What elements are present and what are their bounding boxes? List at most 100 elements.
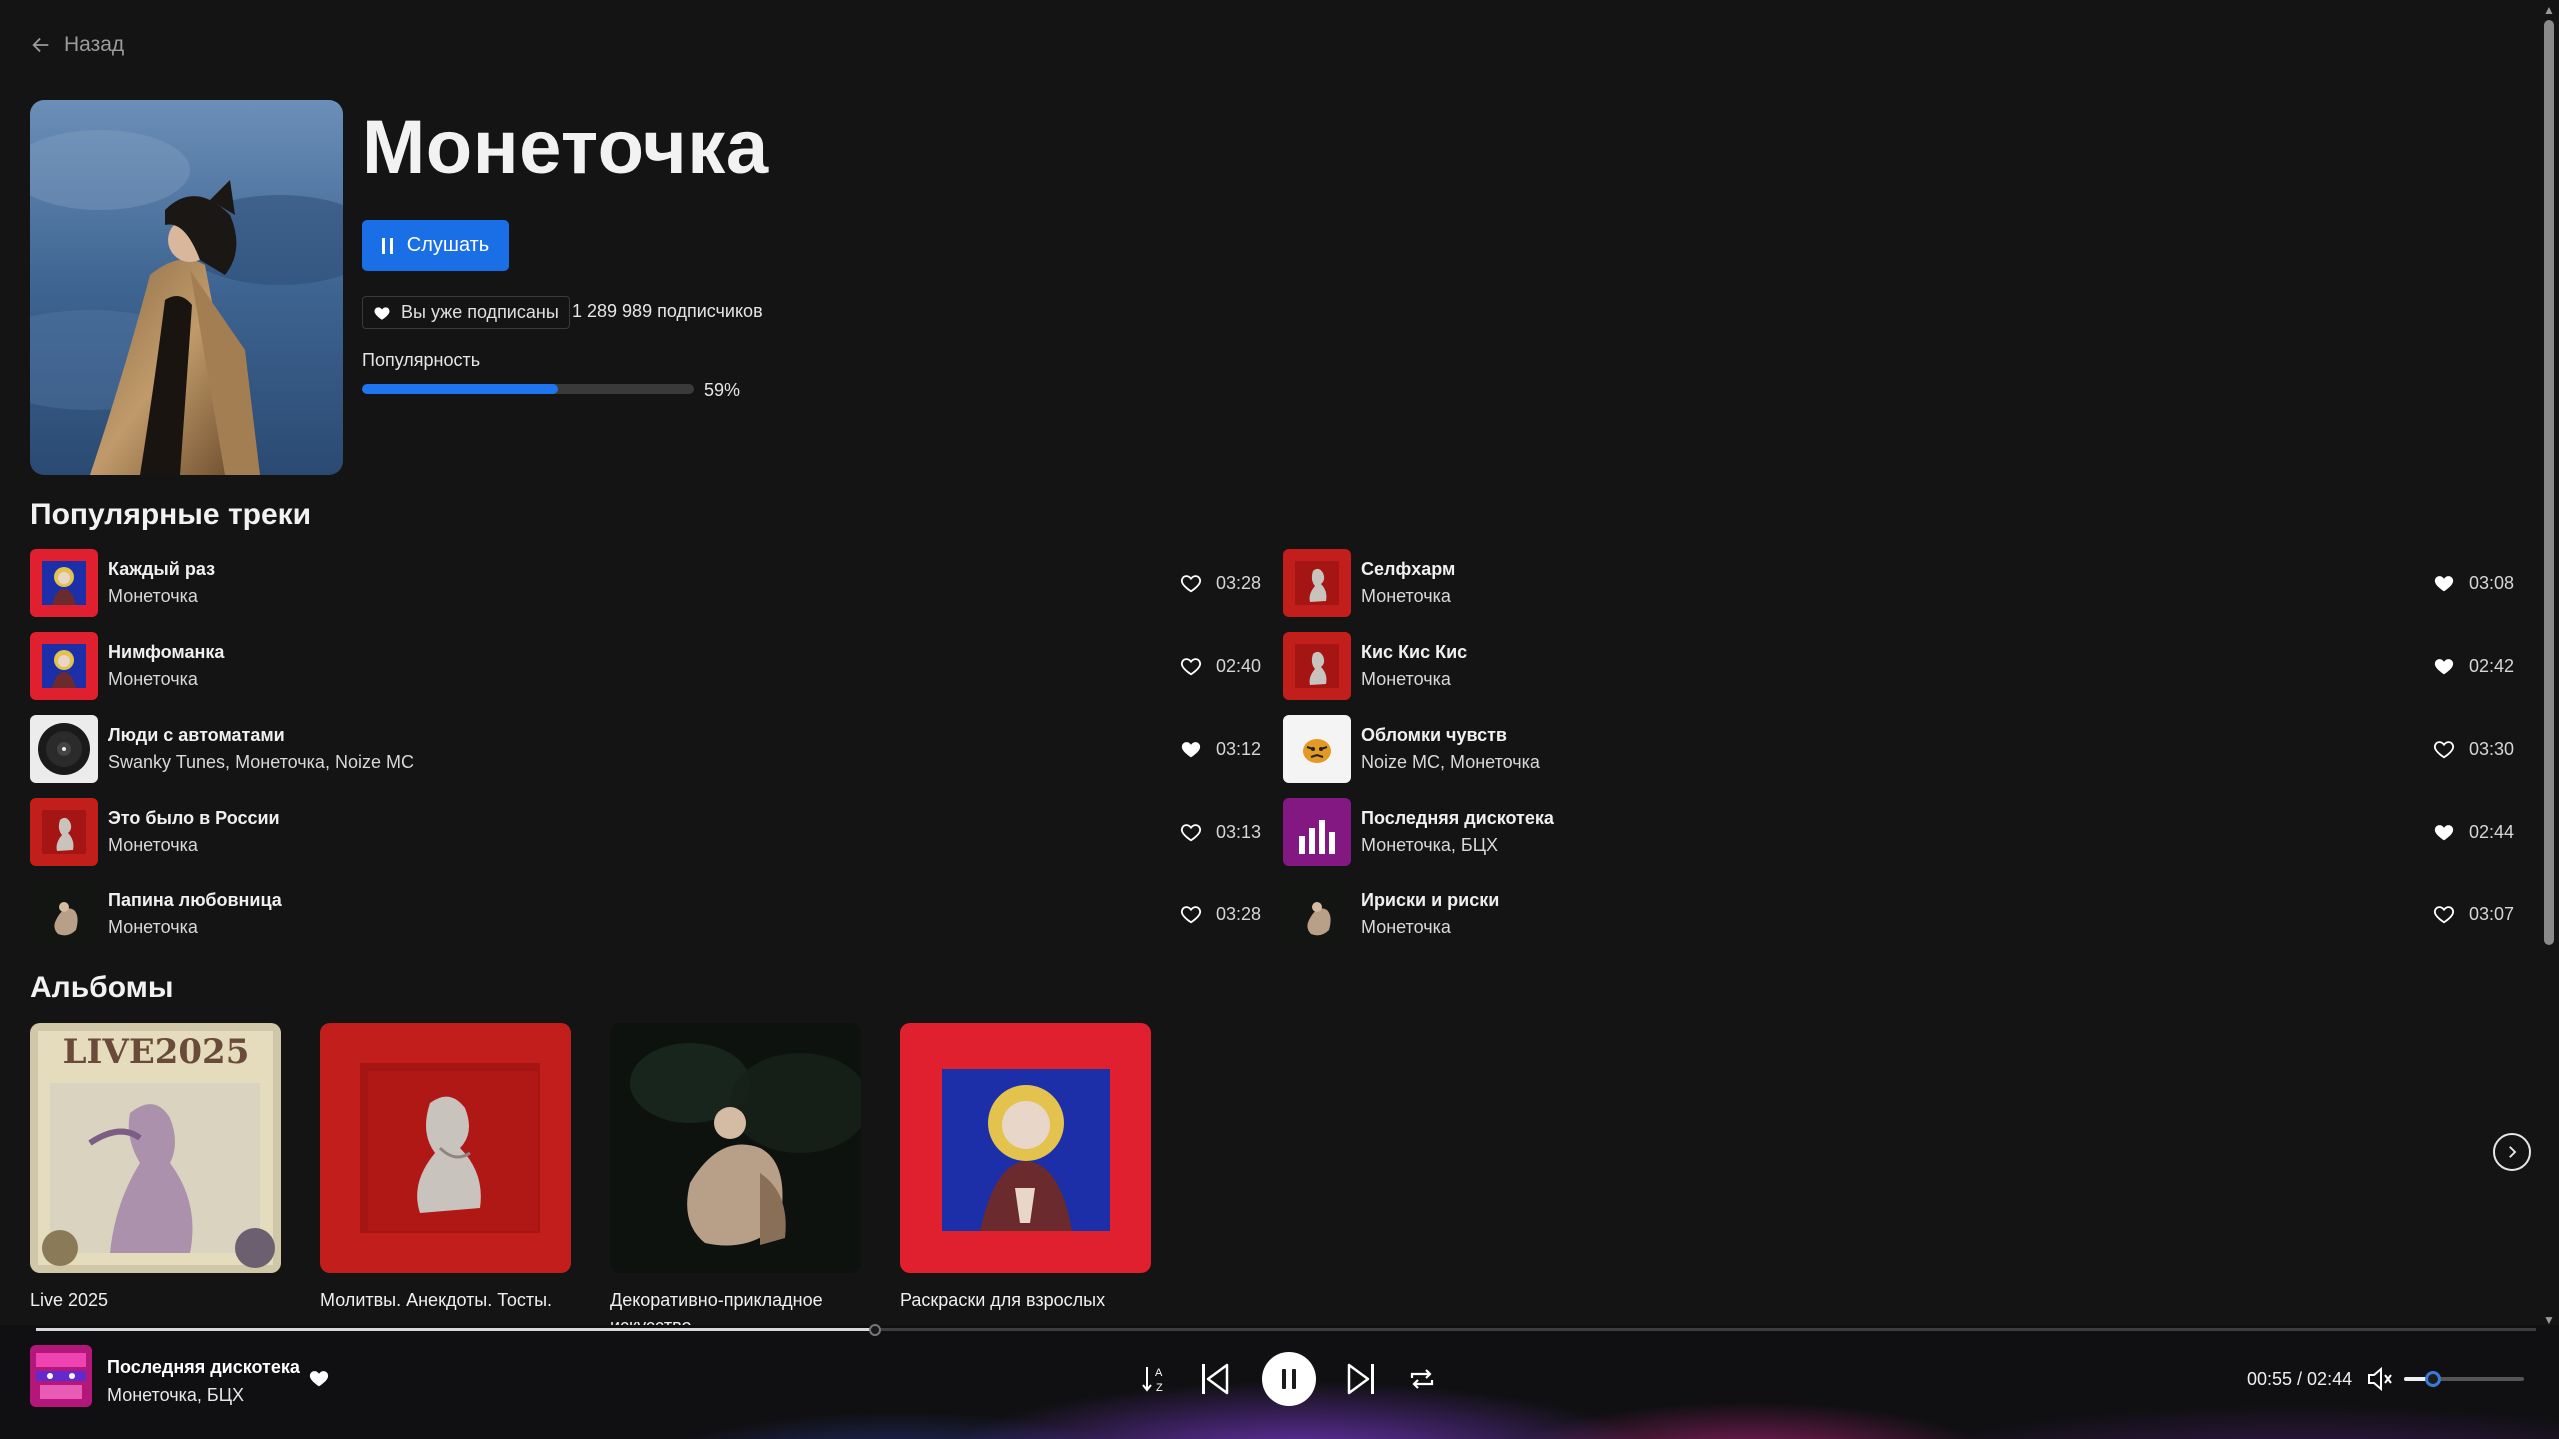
pause-icon — [381, 237, 393, 254]
track-artist: Монеточка — [108, 917, 198, 937]
heart-filled-icon[interactable] — [308, 1367, 330, 1389]
heart-filled-icon — [374, 306, 390, 320]
track-cover — [1283, 549, 1351, 617]
album-card[interactable]: Декоративно-прикладное искусство — [610, 1023, 861, 1337]
track-row[interactable]: Каждый раз Монеточка 03:28 — [30, 548, 1276, 618]
heart-filled-icon[interactable] — [1180, 738, 1202, 760]
track-title: Селфхарм — [1361, 559, 1456, 579]
heart-outline-icon[interactable] — [1180, 903, 1202, 925]
volume-mute-icon[interactable] — [2366, 1366, 2394, 1392]
track-meta: Последняя дискотека Монеточка, БЦХ — [1361, 808, 1554, 856]
skip-next-icon — [1347, 1363, 1374, 1395]
listen-button[interactable]: Слушать — [362, 220, 509, 271]
track-meta: Это было в России Монеточка — [108, 808, 280, 856]
track-row[interactable]: Папина любовница Монеточка 03:28 — [30, 879, 1276, 949]
volume-slider[interactable] — [2404, 1377, 2524, 1381]
track-duration: 02:44 — [2469, 822, 2515, 842]
track-row[interactable]: Нимфоманка Монеточка 02:40 — [30, 631, 1276, 701]
track-title: Люди с автоматами — [108, 725, 285, 745]
seek-knob[interactable] — [868, 1324, 881, 1336]
track-meta: Люди с автоматами Swanky Tunes, Монеточка… — [108, 725, 414, 773]
track-cover — [30, 880, 98, 948]
popularity-label: Популярность — [362, 350, 481, 370]
now-playing-title: Последняя дискотека — [107, 1357, 300, 1377]
scroll-thumb[interactable] — [2544, 20, 2554, 945]
next-button[interactable] — [1346, 1362, 1376, 1396]
back-button[interactable]: Назад — [30, 33, 124, 57]
track-meta: Селфхарм Монеточка — [1361, 559, 1455, 607]
seek-progress — [36, 1328, 875, 1331]
subscribed-button[interactable]: Вы уже подписаны — [362, 296, 570, 329]
track-row[interactable]: Ириски и риски Монеточка 03:07 — [1283, 879, 2529, 949]
skip-previous-icon — [1202, 1363, 1229, 1395]
volume-knob[interactable] — [2424, 1371, 2441, 1387]
album-card[interactable]: Раскраски для взрослых — [900, 1023, 1151, 1337]
page-scrollbar[interactable]: ▲ ▼ — [2539, 0, 2559, 1330]
back-label: Назад — [64, 33, 125, 56]
previous-button[interactable] — [1200, 1362, 1230, 1396]
track-meta: Ириски и риски Монеточка — [1361, 890, 1499, 938]
heart-filled-icon[interactable] — [2433, 655, 2455, 677]
chevron-right-icon — [2509, 1146, 2517, 1158]
heart-outline-icon[interactable] — [1180, 572, 1202, 594]
track-duration: 02:42 — [2469, 656, 2515, 676]
popularity-value: 59% — [704, 380, 741, 400]
heart-outline-icon[interactable] — [1180, 655, 1202, 677]
sort-az-button[interactable]: A Z — [1141, 1363, 1169, 1395]
track-title: Обломки чувств — [1361, 725, 1507, 745]
track-meta: Нимфоманка Монеточка — [108, 642, 224, 690]
track-artist: Монеточка — [1361, 669, 1451, 689]
subscribed-label: Вы уже подписаны — [401, 302, 559, 322]
track-row[interactable]: Селфхарм Монеточка 03:08 — [1283, 548, 2529, 618]
track-row[interactable]: Кис Кис Кис Монеточка 02:42 — [1283, 631, 2529, 701]
artist-photo — [30, 100, 343, 475]
pause-button[interactable] — [1262, 1352, 1316, 1406]
svg-text:A: A — [1155, 1367, 1163, 1379]
track-cover — [1283, 632, 1351, 700]
track-cover — [1283, 880, 1351, 948]
track-cover — [30, 715, 98, 783]
now-playing-cover — [30, 1345, 92, 1407]
track-duration: 03:28 — [1216, 904, 1262, 924]
seek-bar[interactable] — [36, 1328, 2536, 1331]
track-duration: 03:28 — [1216, 573, 1262, 593]
heart-outline-icon[interactable] — [2433, 903, 2455, 925]
heart-outline-icon[interactable] — [2433, 738, 2455, 760]
track-duration: 03:12 — [1216, 739, 1262, 759]
track-cover — [30, 549, 98, 617]
now-playing-artist: Монеточка, БЦХ — [107, 1385, 245, 1405]
artist-page: ▲ ▼ Назад Монеточка Слушать Вы уже подпи… — [0, 0, 2559, 1439]
heart-outline-icon[interactable] — [1180, 821, 1202, 843]
track-title: Нимфоманка — [108, 642, 225, 662]
track-row[interactable]: Последняя дискотека Монеточка, БЦХ 02:44 — [1283, 797, 2529, 867]
track-artist: Noize MC, Монеточка — [1361, 752, 1540, 772]
scroll-up-icon[interactable]: ▲ — [2542, 2, 2556, 18]
pause-icon — [1282, 1369, 1296, 1389]
track-row[interactable]: Это было в России Монеточка 03:13 — [30, 797, 1276, 867]
album-cover-text: LIVE2025 — [63, 1032, 250, 1072]
track-cover — [30, 632, 98, 700]
repeat-button[interactable] — [1408, 1366, 1436, 1392]
album-card[interactable]: LIVE2025 Live 2025 — [30, 1023, 281, 1337]
svg-text:Z: Z — [1156, 1382, 1163, 1394]
track-duration: 03:07 — [2469, 904, 2515, 924]
track-meta: Кис Кис Кис Монеточка — [1361, 642, 1467, 690]
track-duration: 03:08 — [2469, 573, 2515, 593]
track-title: Каждый раз — [108, 559, 216, 579]
track-cover — [1283, 798, 1351, 866]
popularity-bar — [362, 384, 694, 394]
subscriber-count: 1 289 989 подписчиков — [572, 301, 763, 321]
track-artist: Монеточка — [108, 669, 198, 689]
sort-az-icon: A Z — [1142, 1367, 1163, 1394]
albums-next-button[interactable] — [2493, 1133, 2531, 1171]
track-meta: Каждый раз Монеточка — [108, 559, 215, 607]
popular-tracks-title: Популярные треки — [30, 498, 312, 531]
album-card[interactable]: Молитвы. Анекдоты. Тосты. — [320, 1023, 571, 1337]
heart-filled-icon[interactable] — [2433, 821, 2455, 843]
track-row[interactable]: Люди с автоматами Swanky Tunes, Монеточка… — [30, 714, 1276, 784]
track-artist: Монеточка — [108, 835, 198, 855]
playback-time: 00:55 / 02:44 — [2247, 1369, 2353, 1389]
repeat-icon — [1410, 1369, 1434, 1389]
heart-filled-icon[interactable] — [2433, 572, 2455, 594]
track-row[interactable]: Обломки чувств Noize MC, Монеточка 03:30 — [1283, 714, 2529, 784]
